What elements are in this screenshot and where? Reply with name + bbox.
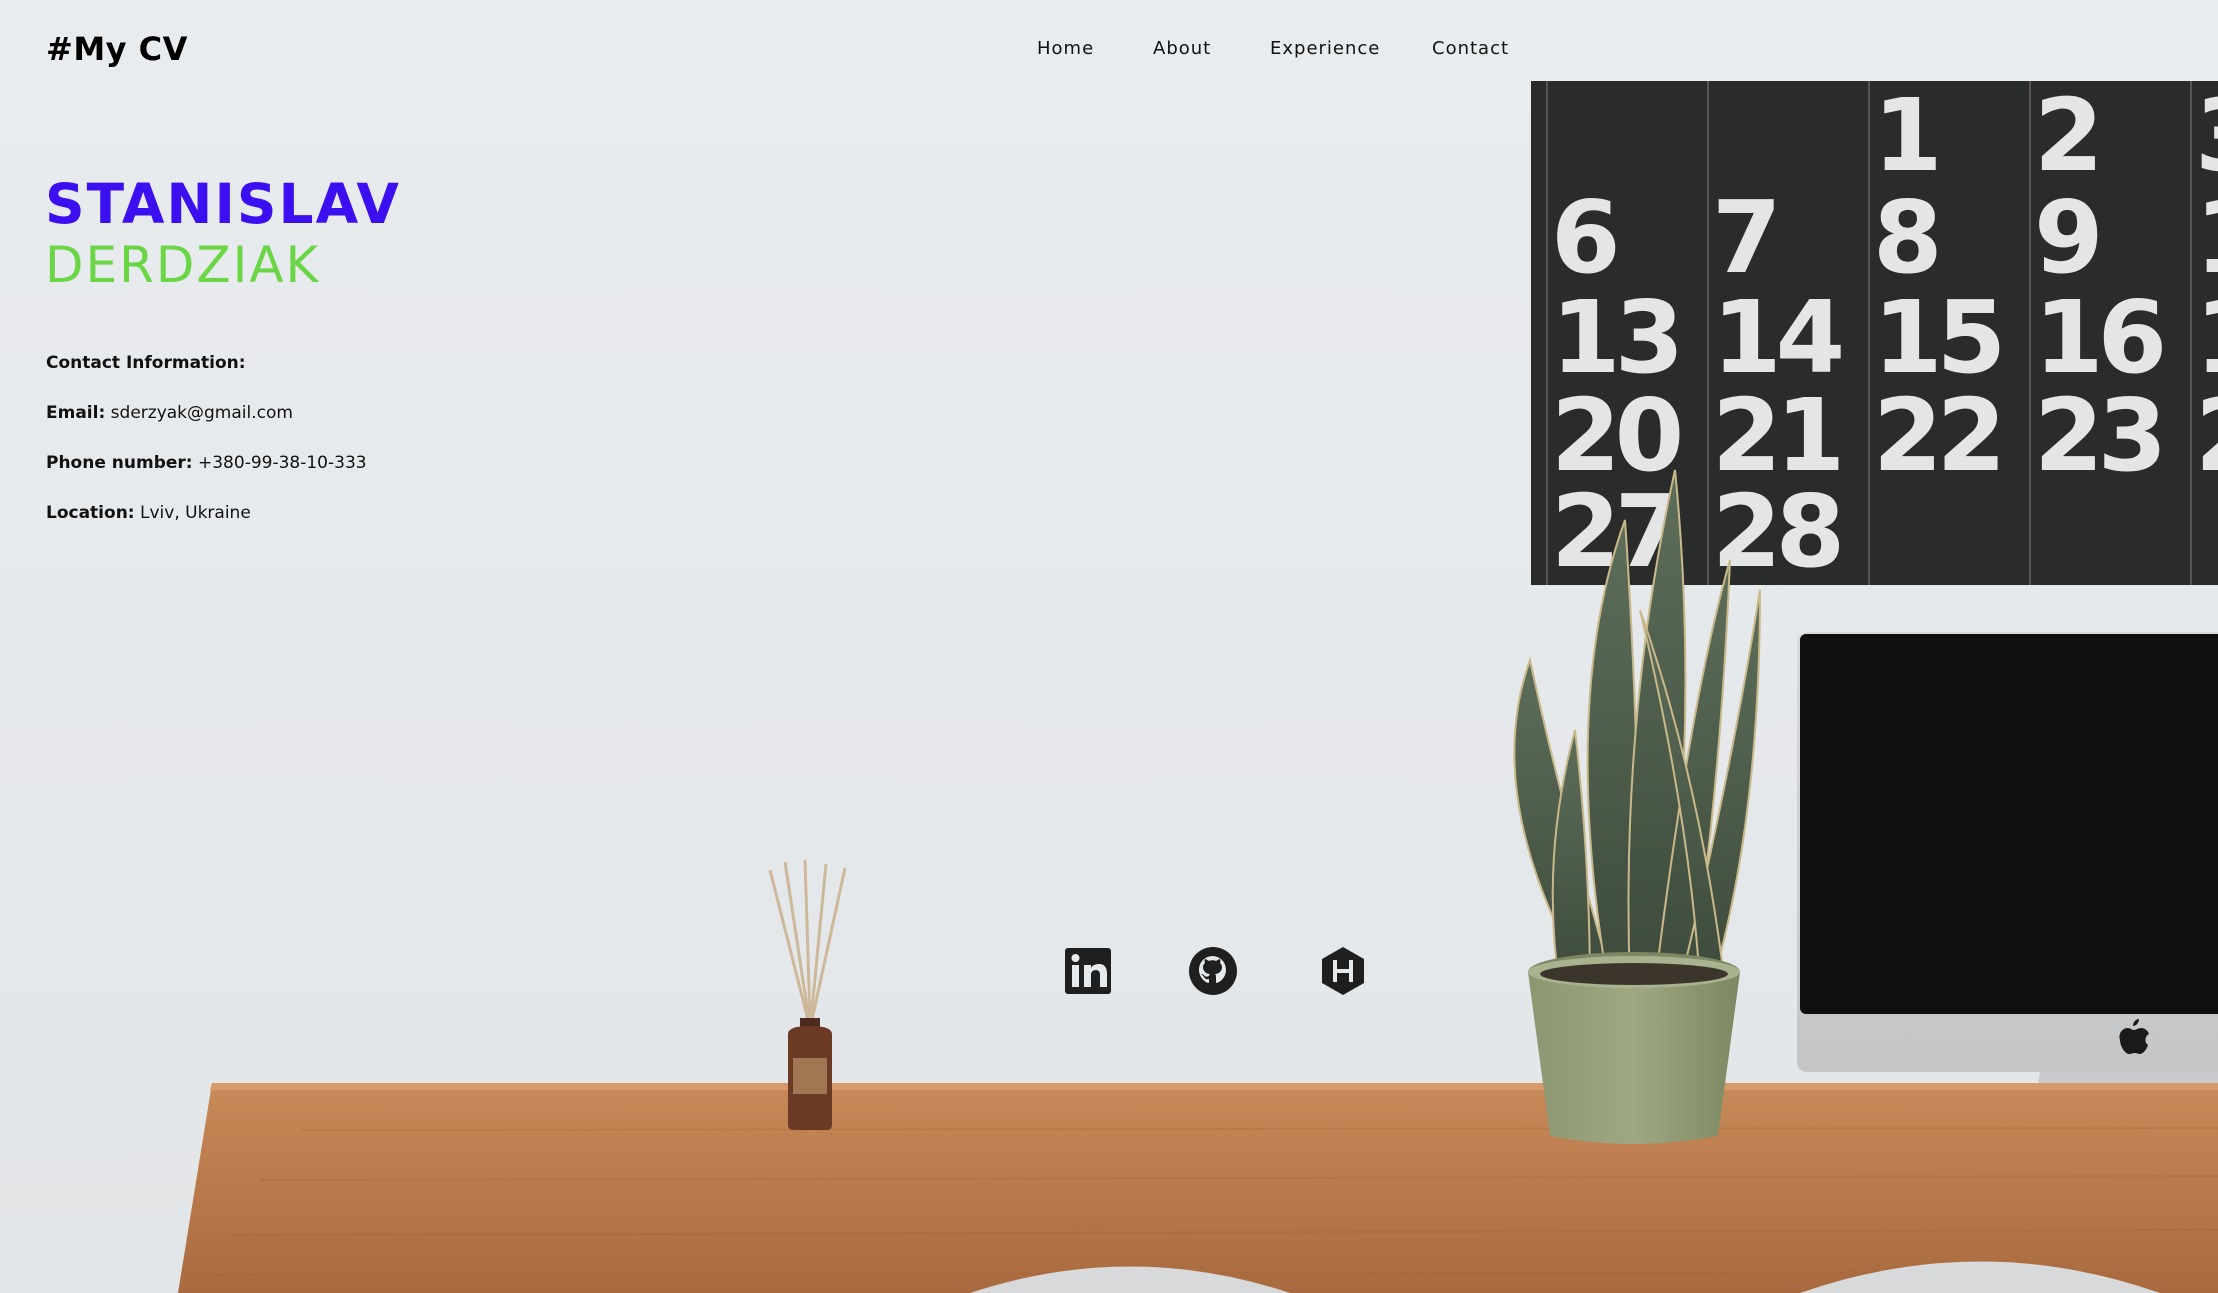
email-value: sderzyak@gmail.com	[110, 403, 293, 423]
contact-email-row: Email: sderzyak@gmail.com	[46, 403, 293, 423]
phone-value: +380-99-38-10-333	[198, 453, 367, 473]
calendar-day: 28	[1712, 473, 1840, 590]
calendar-day: 1	[1873, 77, 1937, 194]
contact-phone-row: Phone number: +380-99-38-10-333	[46, 453, 367, 473]
contact-location-row: Location: Lviv, Ukraine	[46, 503, 251, 523]
github-icon[interactable]	[1188, 946, 1238, 996]
calendar-day: 3	[2195, 77, 2218, 194]
nav-experience[interactable]: Experience	[1270, 38, 1380, 59]
calendar-poster: 123678910131415161720212223242728	[1531, 77, 2218, 590]
first-name: STANISLAV	[45, 172, 401, 236]
email-label: Email:	[46, 403, 106, 423]
location-label: Location:	[46, 503, 135, 523]
calendar-day: 23	[2034, 377, 2161, 494]
calendar-day: 24	[2195, 377, 2218, 494]
nav-contact[interactable]: Contact	[1432, 38, 1509, 59]
calendar-day: 2	[2034, 77, 2098, 194]
contact-heading: Contact Information:	[46, 353, 246, 373]
brand-logo[interactable]: #My CV	[46, 30, 188, 68]
last-name: DERDZIAK	[45, 236, 321, 294]
nav-home[interactable]: Home	[1037, 38, 1094, 59]
location-value: Lviv, Ukraine	[140, 503, 251, 523]
hashnode-icon[interactable]	[1318, 946, 1368, 996]
phone-label: Phone number:	[46, 453, 193, 473]
nav-about[interactable]: About	[1153, 38, 1211, 59]
linkedin-icon[interactable]	[1063, 946, 1113, 996]
calendar-day: 22	[1873, 377, 2000, 494]
